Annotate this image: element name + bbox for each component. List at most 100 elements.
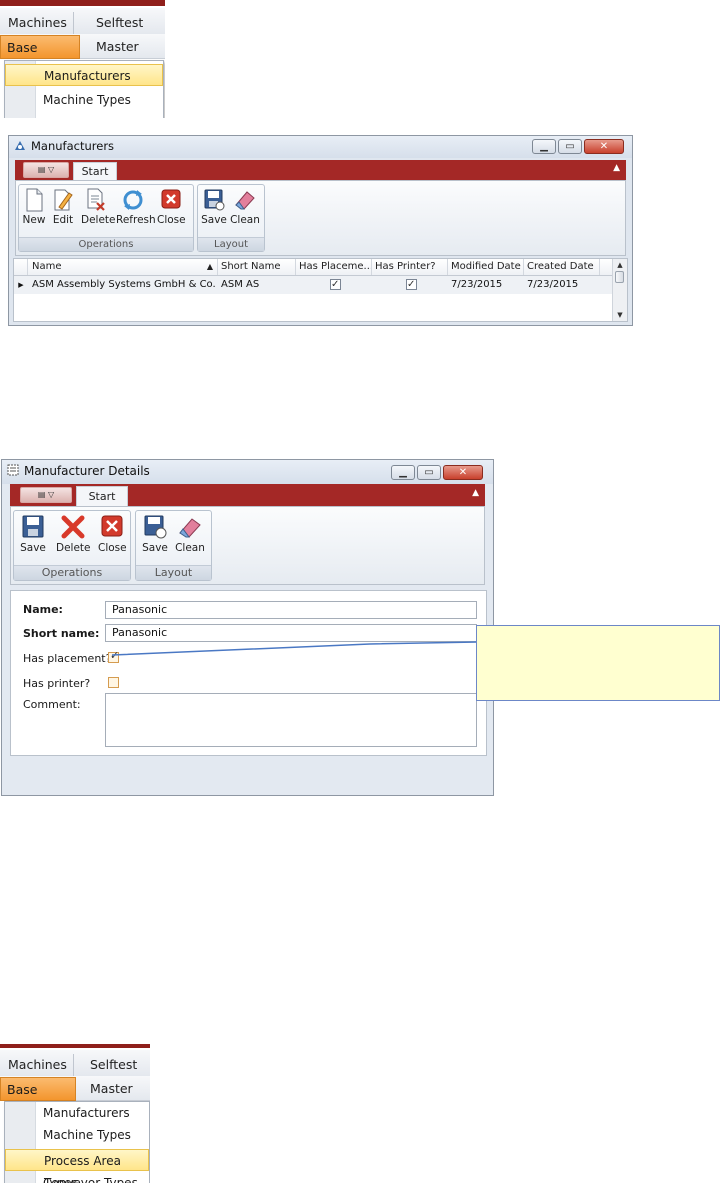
chevron-up-icon[interactable]: ▲ [613, 163, 620, 173]
base-data-menu-button[interactable]: Base Data▼ [0, 35, 80, 79]
quick-access-toolbar[interactable]: ▤ ▽ [20, 487, 72, 503]
eraser-icon [179, 518, 201, 538]
minimize-button[interactable]: ▁ [532, 139, 556, 154]
ribbon-tab-bar: ▤ ▽ Start ▲ [10, 484, 485, 506]
manufacturer-details-window: Manufacturer Details ▁ ▭ ✕ ▤ ▽ Start ▲ S… [1, 459, 494, 796]
save-layout-button[interactable]: Save [201, 188, 227, 226]
callout-connector-line [111, 641, 479, 656]
has-printer-checkbox[interactable] [108, 677, 119, 688]
column-header-name[interactable]: Name ▲ [28, 259, 218, 275]
menu-item-manufacturers[interactable]: Manufacturers [5, 64, 163, 86]
manufacturers-window: Manufacturers ▁ ▭ ✕ ▤ ▽ Start ▲ New Edit… [8, 135, 633, 326]
quick-access-toolbar[interactable]: ▤ ▽ [23, 162, 69, 178]
menu-row-top: Machines Selftest [0, 8, 165, 35]
window-title: Manufacturer Details [24, 464, 150, 478]
column-header-modified-date[interactable]: Modified Date [448, 259, 524, 275]
label-name: Name: [23, 603, 63, 616]
label-has-placement: Has placement? [23, 652, 112, 665]
save-layout-button[interactable]: Save [141, 514, 169, 554]
group-label-layout: Layout [136, 565, 211, 580]
has-placement-checkbox[interactable]: ✓ [330, 278, 341, 290]
save-disk-icon [144, 515, 167, 539]
details-window-icon [7, 464, 19, 476]
vertical-scrollbar[interactable]: ▲ ▼ [612, 259, 627, 321]
cell-created-date: 7/23/2015 [527, 279, 579, 290]
name-field[interactable]: Panasonic [105, 601, 477, 619]
manufacturers-grid: Name ▲ Short Name Has Placeme... Has Pri… [13, 258, 628, 322]
menu-snippet-1: Machines Selftest Base Data▼ Master Boar… [0, 0, 165, 118]
ribbon-body: New Edit Delete Refresh Close Operations [15, 180, 626, 256]
ribbon-body: Save Delete Close Operations Save Clean … [10, 506, 485, 585]
tab-machines[interactable]: Machines [2, 1054, 74, 1076]
ribbon-top-strip [0, 1044, 150, 1048]
delete-label: Delete [81, 214, 116, 226]
maximize-button[interactable]: ▭ [558, 139, 582, 154]
column-header-name-label: Name [32, 261, 62, 272]
minimize-icon: ▁ [399, 467, 407, 478]
minimize-button[interactable]: ▁ [391, 465, 415, 480]
save-layout-label: Save [201, 214, 227, 226]
ribbon-tab-bar: ▤ ▽ Start ▲ [15, 160, 626, 180]
details-form: Name: Panasonic Short name: Panasonic Ha… [10, 590, 487, 756]
menu-item-process-area-types[interactable]: Process Area Types [5, 1149, 149, 1183]
column-header-short-name[interactable]: Short Name [218, 259, 296, 275]
close-window-button[interactable]: ✕ [443, 465, 483, 480]
eraser-icon [235, 191, 255, 210]
tab-machines[interactable]: Machines [2, 12, 74, 34]
base-data-menu-button[interactable]: Base Data▼ [0, 1077, 76, 1121]
refresh-button[interactable]: Refresh [116, 188, 156, 226]
tab-start[interactable]: Start [76, 486, 128, 506]
label-has-printer: Has printer? [23, 677, 91, 690]
column-header-has-printer[interactable]: Has Printer? [372, 259, 448, 275]
ribbon-group-operations: Save Delete Close Operations [13, 510, 131, 581]
new-document-icon [26, 188, 43, 212]
grid-header: Name ▲ Short Name Has Placeme... Has Pri… [14, 259, 614, 276]
clean-layout-button[interactable]: Clean [230, 188, 260, 226]
save-layout-label: Save [142, 542, 168, 554]
menu-item-manufacturers[interactable]: Manufacturers [5, 1102, 149, 1124]
window-title: Manufacturers [31, 139, 115, 153]
close-button[interactable]: Close [157, 188, 186, 226]
tab-master-board[interactable]: Master Boar [90, 36, 165, 76]
scroll-thumb[interactable] [615, 271, 624, 283]
maximize-button[interactable]: ▭ [417, 465, 441, 480]
menu-item-machine-types[interactable]: Machine Types [5, 89, 163, 111]
save-button[interactable]: Save [20, 514, 46, 554]
delete-x-icon [61, 515, 85, 539]
has-printer-checkbox[interactable]: ✓ [406, 278, 417, 290]
close-button[interactable]: Close [98, 514, 127, 554]
ribbon-top-strip [0, 0, 165, 6]
cell-has-placement: ✓ [296, 276, 372, 294]
clean-layout-button[interactable]: Clean [174, 514, 206, 554]
tab-start[interactable]: Start [73, 162, 117, 180]
title-bar: Manufacturers ▁ ▭ ✕ [9, 136, 632, 158]
column-header-has-placement[interactable]: Has Placeme... [296, 259, 372, 275]
table-row[interactable]: ▶ ASM Assembly Systems GmbH & Co. KG ASM… [14, 276, 614, 294]
edit-button[interactable]: Edit [51, 188, 75, 226]
delete-label: Delete [56, 542, 91, 554]
delete-button[interactable]: Delete [56, 514, 91, 554]
base-data-dropdown: Manufacturers Machine Types [4, 60, 164, 118]
window-controls: ▁ ▭ ✕ [389, 465, 483, 481]
ribbon-group-operations: New Edit Delete Refresh Close Operations [18, 184, 194, 252]
comment-textarea[interactable] [105, 693, 477, 747]
tab-selftest[interactable]: Selftest [84, 1054, 143, 1076]
tab-selftest[interactable]: Selftest [90, 12, 149, 34]
delete-button[interactable]: Delete [81, 188, 116, 226]
menu-item-conveyor-types[interactable]: Conveyor Types [5, 1172, 149, 1183]
menu-item-machine-types[interactable]: Machine Types [5, 1124, 149, 1146]
scroll-up-icon[interactable]: ▲ [613, 259, 627, 271]
save-disk-icon [204, 189, 225, 211]
maximize-icon: ▭ [424, 467, 434, 478]
new-button[interactable]: New [22, 188, 46, 226]
chevron-up-icon[interactable]: ▲ [472, 488, 479, 498]
label-short-name: Short name: [23, 627, 100, 640]
scroll-down-icon[interactable]: ▼ [613, 309, 627, 321]
title-bar: Manufacturer Details ▁ ▭ ✕ [2, 460, 493, 484]
close-window-button[interactable]: ✕ [584, 139, 624, 154]
column-header-created-date[interactable]: Created Date [524, 259, 600, 275]
tab-master-board[interactable]: Master Boar [84, 1078, 150, 1118]
minimize-icon: ▁ [540, 141, 548, 152]
window-controls: ▁ ▭ ✕ [530, 139, 624, 155]
close-red-icon [101, 515, 123, 537]
